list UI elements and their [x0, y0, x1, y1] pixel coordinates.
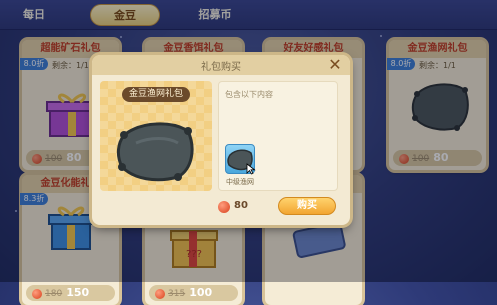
coin-icon [218, 201, 230, 213]
card-price: 180 150 [26, 285, 115, 301]
old-price: 315 [168, 289, 186, 299]
item-slot[interactable] [225, 144, 256, 175]
modal-header: 礼包购买 ✕ [92, 55, 350, 75]
contents-box: 包含以下内容 中级渔网 [218, 81, 338, 191]
cursor-icon [246, 163, 256, 175]
close-icon[interactable]: ✕ [326, 56, 344, 74]
coin-icon [32, 288, 42, 299]
buy-button[interactable]: 购买 [278, 197, 336, 215]
package-preview: 金豆渔网礼包 [100, 81, 212, 191]
package-title: 金豆渔网礼包 [122, 87, 190, 102]
purchase-modal: 礼包购买 ✕ 金豆渔网礼包 包含以下内容 中级渔网 80 购买 [92, 55, 350, 225]
old-price: 180 [45, 289, 63, 299]
modal-title: 礼包购买 [201, 62, 241, 73]
coin-icon [155, 288, 165, 299]
card-price: 315 100 [149, 285, 238, 301]
fishing-net-icon [116, 122, 194, 182]
modal-price: 80 [234, 200, 248, 211]
new-price: 100 [189, 286, 213, 299]
contents-label: 包含以下内容 [225, 90, 273, 99]
item-name: 中级渔网 [226, 178, 254, 186]
new-price: 150 [66, 286, 90, 299]
